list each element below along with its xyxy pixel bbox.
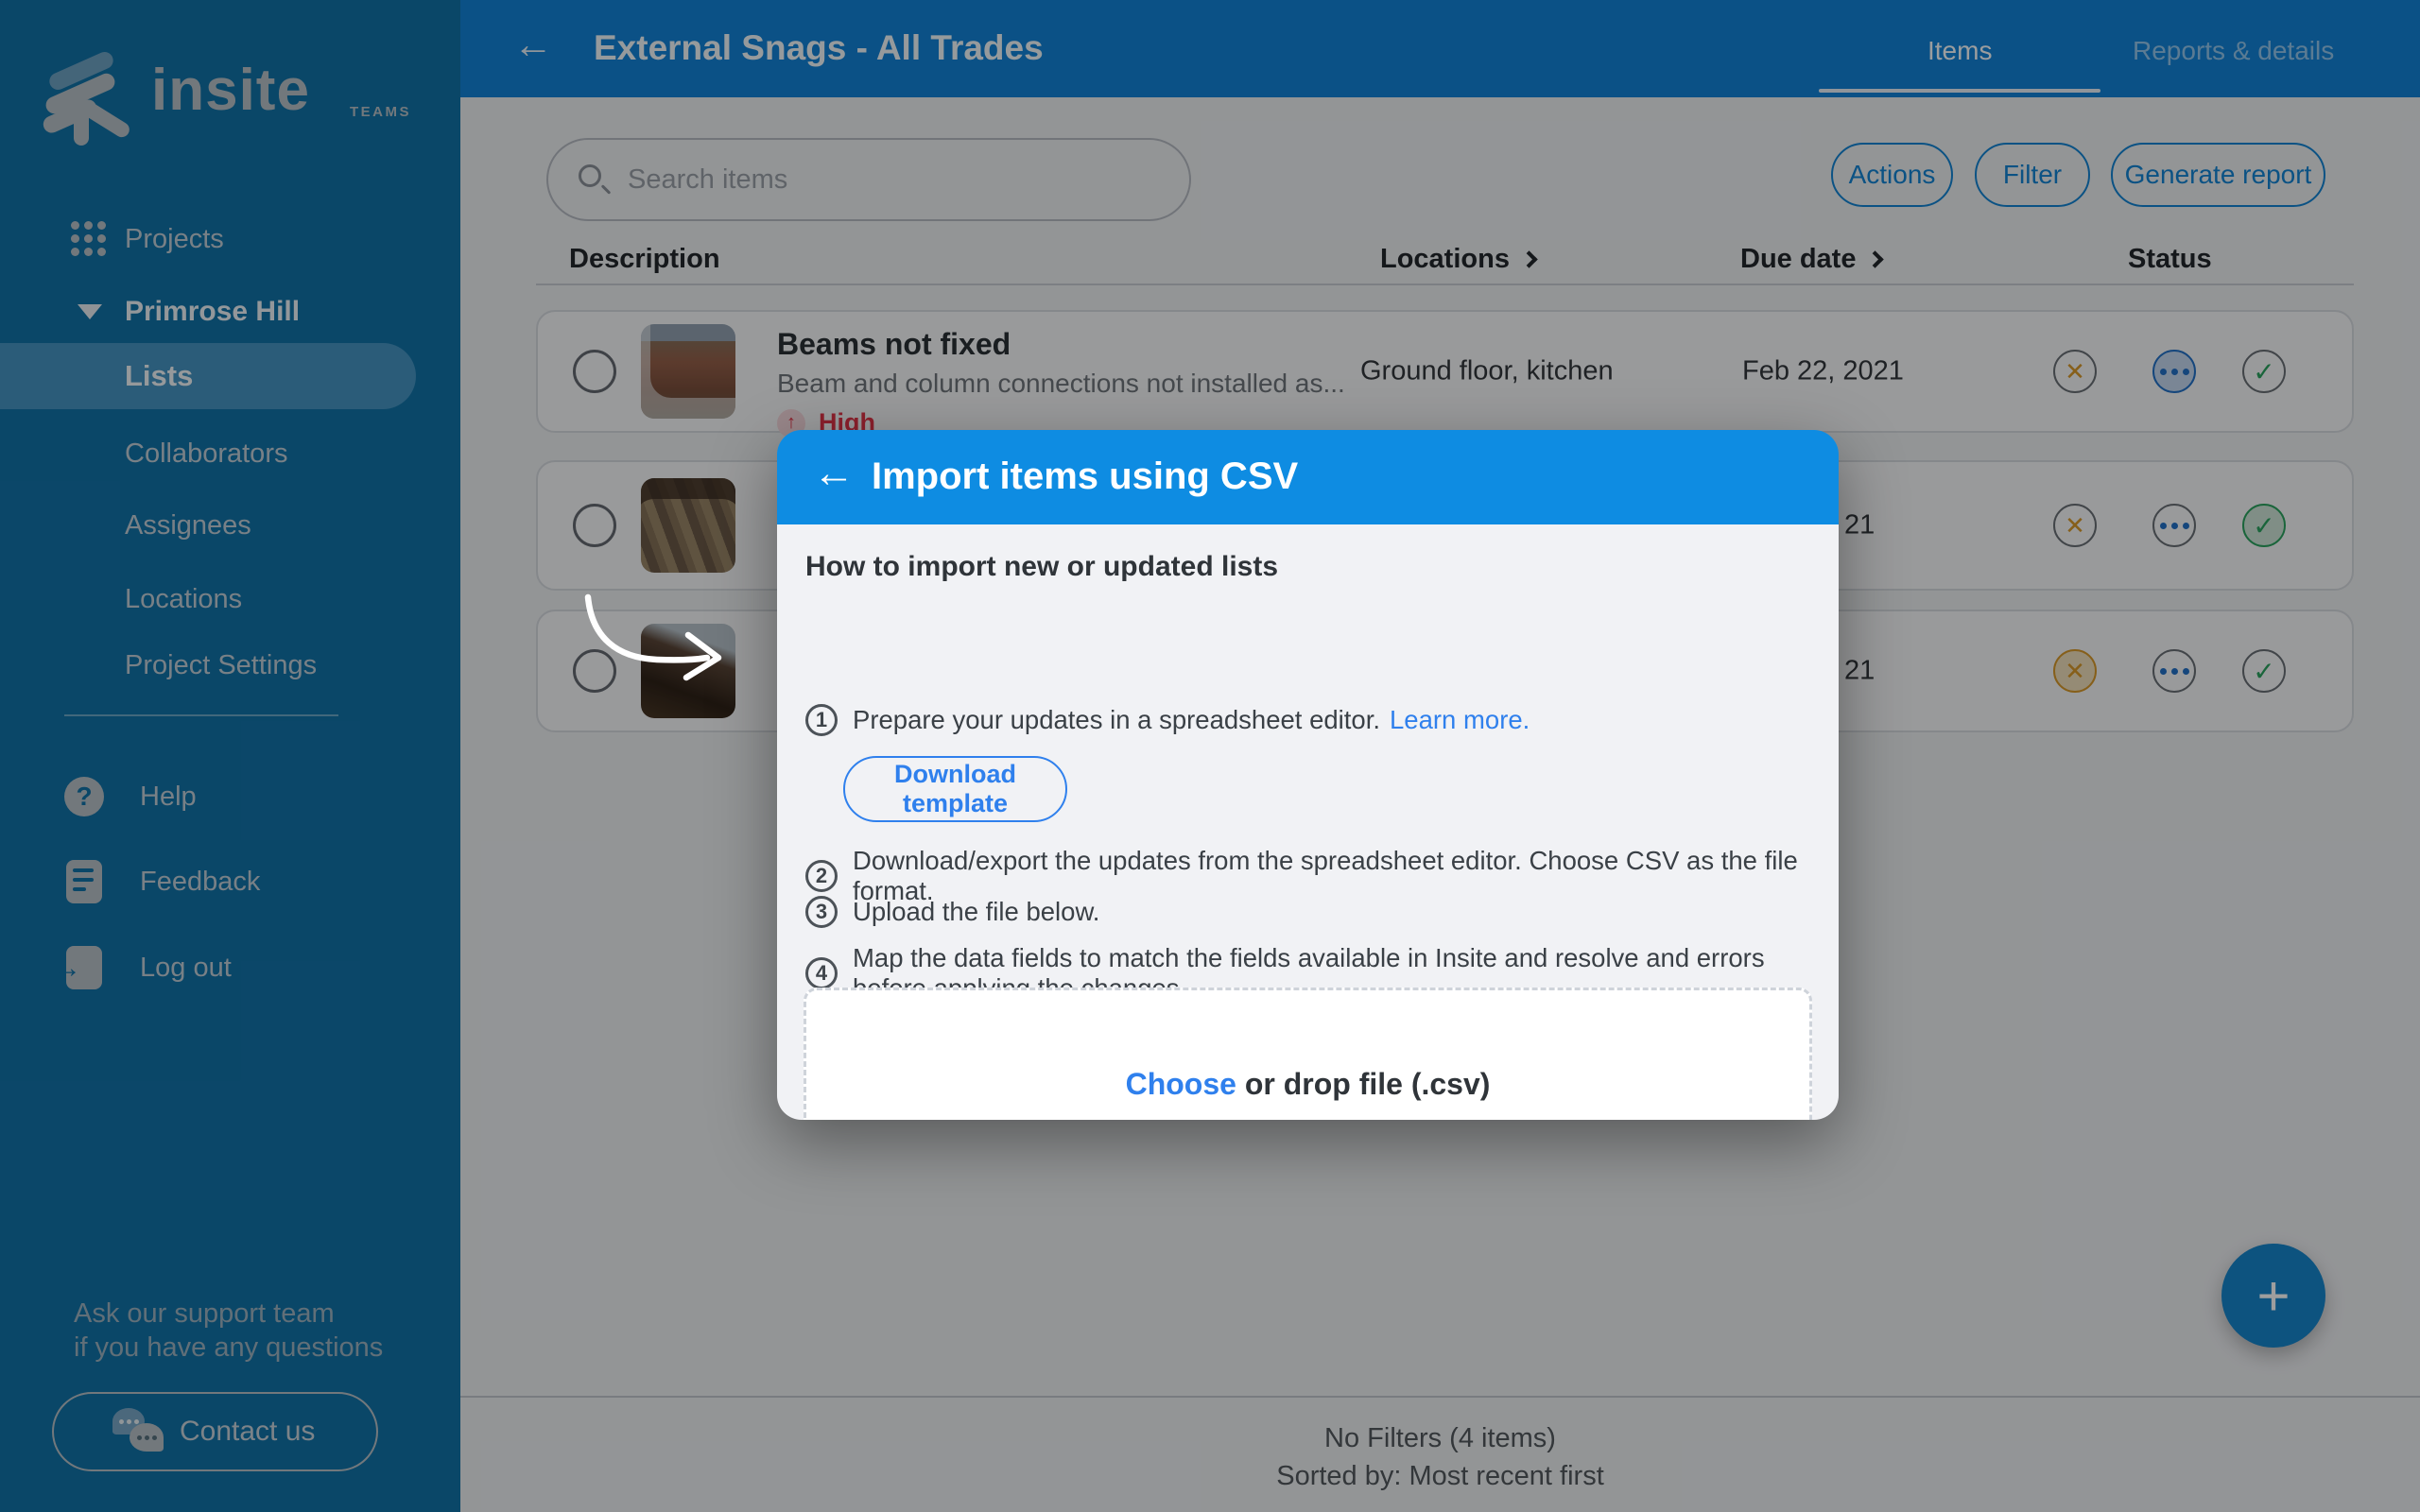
step-number: 2 — [805, 860, 838, 892]
modal-title: Import items using CSV — [872, 455, 1298, 498]
dropzone-label: Choose or drop file (.csv) — [1126, 1067, 1491, 1102]
modal-section-title: How to import new or updated lists — [805, 551, 1278, 583]
import-step-3: 3 Upload the file below. — [805, 896, 1099, 928]
modal-body: How to import new or updated lists 1 Pre… — [777, 524, 1839, 1120]
back-icon[interactable]: ← — [813, 453, 855, 494]
download-template-button[interactable]: Download template — [843, 756, 1067, 822]
step-number: 4 — [805, 957, 838, 989]
step-number: 1 — [805, 704, 838, 736]
import-step-1: 1 Prepare your updates in a spreadsheet … — [805, 704, 1530, 736]
learn-more-link[interactable]: Learn more. — [1390, 705, 1530, 735]
step-number: 3 — [805, 896, 838, 928]
annotation-arrow-icon — [567, 578, 747, 682]
modal-header: ← Import items using CSV — [777, 430, 1839, 524]
csv-dropzone[interactable]: Choose or drop file (.csv) — [804, 988, 1812, 1120]
import-csv-modal: ← Import items using CSV How to import n… — [777, 430, 1839, 1120]
choose-file-link[interactable]: Choose — [1126, 1067, 1236, 1101]
